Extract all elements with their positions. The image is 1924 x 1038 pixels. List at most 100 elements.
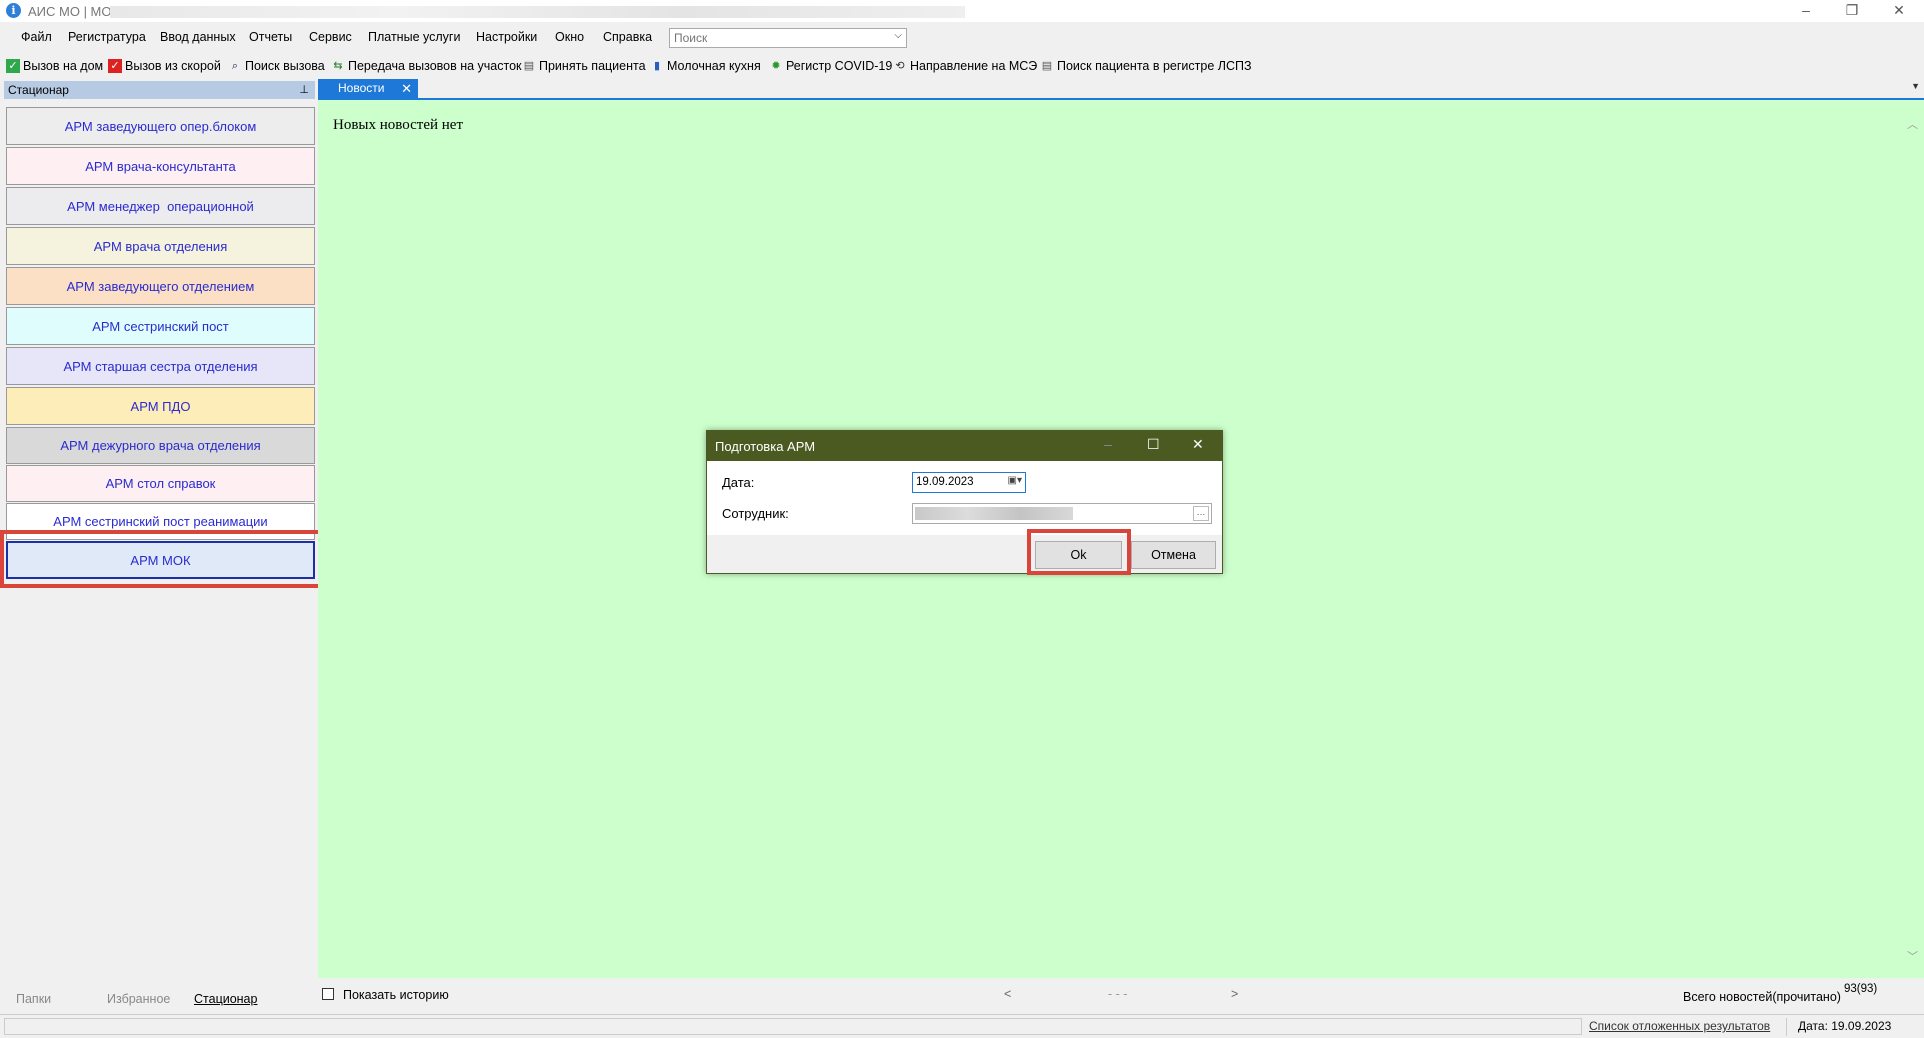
ambulance-call-icon: ✓ <box>108 59 122 73</box>
news-scrollbar[interactable]: ︿ ﹀ <box>1903 100 1924 978</box>
tab-favorites[interactable]: Избранное <box>107 992 170 1006</box>
menu-service[interactable]: Сервис <box>309 30 352 44</box>
home-call-icon: ✓ <box>6 59 20 73</box>
toolbar: ✓ Вызов на дом ✓ Вызов из скорой ⌕ Поиск… <box>0 54 1924 76</box>
home-call-button[interactable]: ✓ Вызов на дом <box>6 57 103 75</box>
arm-item[interactable]: АРМ заведующего опер.блоком <box>6 107 315 145</box>
search-call-label: Поиск вызова <box>245 59 325 73</box>
cancel-button[interactable]: Отмена <box>1131 541 1216 569</box>
pin-icon[interactable]: ⊥ <box>299 81 309 99</box>
employee-redacted <box>915 507 1073 520</box>
employee-picker-icon[interactable]: … <box>1193 506 1209 521</box>
scroll-down-icon[interactable]: ﹀ <box>1907 948 1918 964</box>
left-panel: Стационар ⊥ АРМ заведующего опер.блоком … <box>0 81 324 1011</box>
employee-label: Сотрудник: <box>722 506 789 521</box>
tab-news-label: Новости <box>338 81 385 95</box>
menu-reports[interactable]: Отчеты <box>249 30 292 44</box>
scroll-up-icon[interactable]: ︿ <box>1907 116 1918 132</box>
arm-item[interactable]: АРМ старшая сестра отделения <box>6 347 315 385</box>
arm-item-label: АРМ врача отделения <box>93 238 228 254</box>
milk-kitchen-label: Молочная кухня <box>667 59 761 73</box>
app-icon: i <box>6 3 21 18</box>
news-footer: Показать историю < - - - > Всего новосте… <box>318 980 1924 1010</box>
transfer-icon: ⇆ <box>333 60 343 72</box>
panel-title: Стационар <box>8 83 69 97</box>
arm-item[interactable]: АРМ стол справок <box>6 465 315 502</box>
total-news-label: Всего новостей(прочитано) <box>1683 990 1841 1004</box>
prev-news-button[interactable]: < <box>1004 987 1011 1001</box>
menu-help[interactable]: Справка <box>603 30 652 44</box>
dialog-title-bar: Подготовка АРМ – ☐ ✕ <box>707 431 1222 461</box>
arm-item-label: АРМ сестринский пост реанимации <box>53 514 268 529</box>
menu-settings[interactable]: Настройки <box>476 30 537 44</box>
accept-patient-icon: ▤ <box>523 60 535 72</box>
tab-list-icon[interactable]: ▼ <box>1911 81 1920 91</box>
next-news-button[interactable]: > <box>1231 987 1238 1001</box>
menu-paid-services[interactable]: Платные услуги <box>368 30 460 44</box>
date-field[interactable]: 19.09.2023 ▣▾ <box>912 472 1026 493</box>
covid-registry-button[interactable]: ✹ Регистр COVID-19 <box>769 57 892 75</box>
mse-referral-button[interactable]: ⟲ Направление на МСЭ <box>893 57 1037 75</box>
milk-kitchen-icon: ▮ <box>653 60 661 72</box>
close-tab-icon[interactable]: ✕ <box>401 79 412 98</box>
prepare-arm-dialog: Подготовка АРМ – ☐ ✕ Дата: 19.09.2023 ▣▾… <box>706 430 1223 575</box>
window-title: АИС МО | МО: <box>28 4 116 19</box>
calendar-icon[interactable]: ▣▾ <box>1008 475 1022 486</box>
arm-item[interactable]: АРМ дежурного врача отделения <box>6 427 315 464</box>
arm-item[interactable]: АРМ заведующего отделением <box>6 267 315 305</box>
tab-hospital[interactable]: Стационар <box>194 992 257 1006</box>
date-value[interactable]: 19.09.2023 <box>916 476 974 488</box>
milk-kitchen-button[interactable]: ▮ Молочная кухня <box>650 57 761 75</box>
menu-data-entry[interactable]: Ввод данных <box>160 30 236 44</box>
mse-icon: ⟲ <box>895 60 905 72</box>
arm-item[interactable]: АРМ менеджер операционной <box>6 187 315 225</box>
lspz-search-label: Поиск пациента в регистре ЛСПЗ <box>1057 59 1252 73</box>
status-divider <box>1786 1018 1787 1036</box>
close-window-icon[interactable]: ✕ <box>1876 0 1922 22</box>
show-history-checkbox[interactable] <box>322 988 334 1000</box>
minimize-icon[interactable]: – <box>1783 0 1829 22</box>
arm-item[interactable]: АРМ врача отделения <box>6 227 315 265</box>
dialog-close-icon[interactable]: ✕ <box>1192 436 1204 453</box>
dialog-footer: Ok Отмена <box>707 529 1222 575</box>
menu-file[interactable]: Файл <box>21 30 52 44</box>
highlight-box-ok <box>1027 529 1131 575</box>
menu-registry[interactable]: Регистратура <box>68 30 146 44</box>
employee-field[interactable]: … <box>912 503 1212 524</box>
show-history-label: Показать историю <box>343 988 449 1002</box>
accept-patient-label: Принять пациента <box>539 59 646 73</box>
title-bar: i АИС МО | МО: – ❐ ✕ <box>0 0 1924 22</box>
title-redacted <box>110 6 965 18</box>
transfer-calls-button[interactable]: ⇆ Передача вызовов на участок <box>331 57 521 75</box>
no-news-text: Новых новостей нет <box>333 117 464 133</box>
covid-icon: ✹ <box>771 60 781 72</box>
menu-window[interactable]: Окно <box>555 30 584 44</box>
content-tabbar: Новости ✕ ▼ <box>318 79 1924 100</box>
restore-icon[interactable]: ❐ <box>1829 0 1875 22</box>
arm-item[interactable]: АРМ сестринский пост <box>6 307 315 345</box>
tab-news[interactable]: Новости ✕ <box>318 79 418 98</box>
dialog-maximize-icon[interactable]: ☐ <box>1147 436 1160 453</box>
arm-item-label: АРМ старшая сестра отделения <box>63 358 258 374</box>
menu-bar: Файл Регистратура Ввод данных Отчеты Сер… <box>0 25 1924 51</box>
arm-item[interactable]: АРМ врача-консультанта <box>6 147 315 185</box>
chevron-down-icon[interactable]: ⌵ <box>894 30 902 41</box>
dialog-title: Подготовка АРМ <box>715 439 816 454</box>
deferred-results-link[interactable]: Список отложенных результатов <box>1589 1019 1770 1033</box>
accept-patient-button[interactable]: ▤ Принять пациента <box>522 57 646 75</box>
panel-tabs: Папки Избранное Стационар <box>4 988 315 1010</box>
search-input[interactable] <box>670 29 888 46</box>
total-news-value: 93(93) <box>1844 983 1878 995</box>
tab-folders[interactable]: Папки <box>16 992 51 1006</box>
arm-item-label: АРМ заведующего отделением <box>66 278 255 294</box>
arm-item[interactable]: АРМ ПДО <box>6 387 315 425</box>
arm-item-label: АРМ заведующего опер.блоком <box>64 118 257 134</box>
date-label: Дата: <box>722 475 755 490</box>
ambulance-call-button[interactable]: ✓ Вызов из скорой <box>108 57 221 75</box>
search-call-button[interactable]: ⌕ Поиск вызова <box>228 57 325 75</box>
dialog-minimize-icon[interactable]: – <box>1104 436 1112 452</box>
mse-referral-label: Направление на МСЭ <box>910 59 1038 73</box>
status-date: Дата: 19.09.2023 <box>1798 1019 1892 1033</box>
lspz-search-button[interactable]: ▤ Поиск пациента в регистре ЛСПЗ <box>1040 57 1252 75</box>
search-box[interactable]: ⌵ <box>669 28 907 48</box>
